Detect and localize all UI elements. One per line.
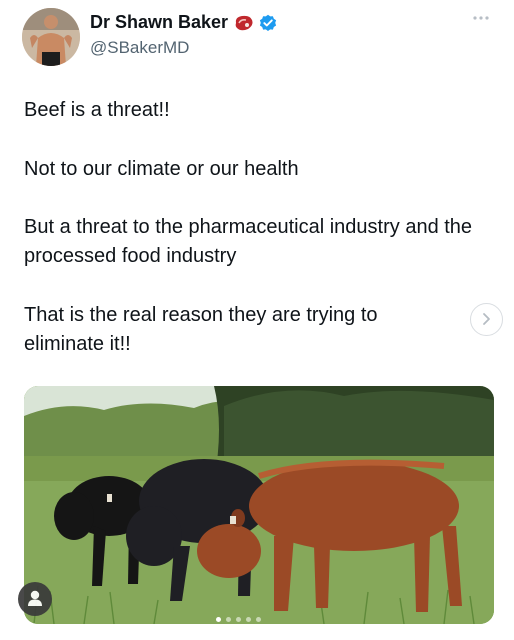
handle[interactable]: @SBakerMD [90,38,189,58]
tweet-paragraph: That is the real reason they are trying … [24,304,378,355]
next-button[interactable] [470,303,503,336]
carousel-dot[interactable] [246,617,251,622]
profile-photo-icon [22,8,80,66]
carousel-dots [216,617,261,622]
tweet-paragraph: Beef is a threat!! [24,99,170,121]
carousel-dot[interactable] [236,617,241,622]
more-icon[interactable] [472,14,490,22]
tweet-paragraph: But a threat to the pharmaceutical indus… [24,216,473,267]
chevron-right-icon [483,313,490,325]
avatar[interactable] [22,8,80,66]
tagged-users-button[interactable] [18,582,52,616]
display-name[interactable]: Dr Shawn Baker [90,12,228,33]
carousel-dot[interactable] [256,617,261,622]
tweet-media[interactable] [24,386,494,624]
tweet-paragraph: Not to our climate or our health [24,158,299,180]
carousel-dot[interactable] [216,617,221,622]
verified-icon [259,14,277,31]
cattle-grazing-photo [24,386,494,624]
carousel-dot[interactable] [226,617,231,622]
steak-icon [235,15,253,30]
tweet-header: Dr Shawn Baker @SBakerMD [22,8,502,72]
name-row: Dr Shawn Baker [90,12,277,33]
user-icon [28,590,42,606]
